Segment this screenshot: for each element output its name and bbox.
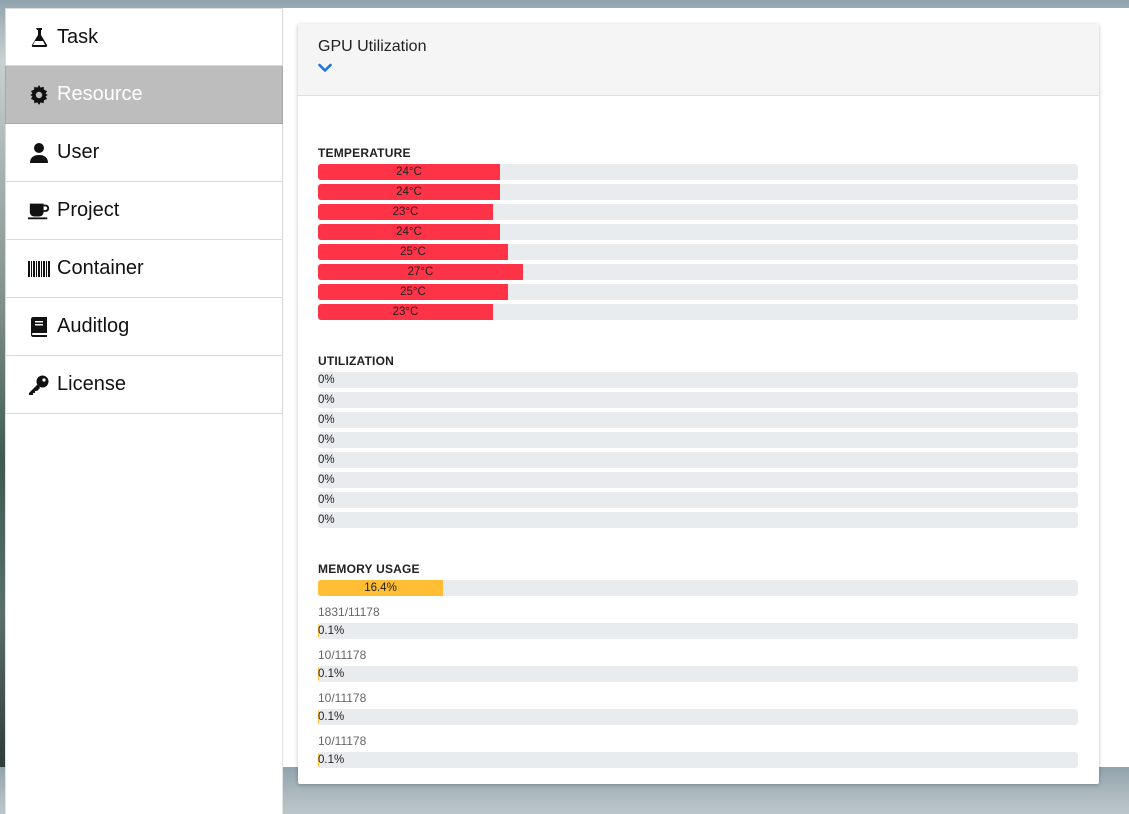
sidebar-item-label: User xyxy=(57,141,100,163)
progress-bar: 23°C xyxy=(318,204,1078,220)
sidebar-item-label: Project xyxy=(57,199,120,221)
sidebar-item-label: Container xyxy=(57,257,144,279)
barcode-icon xyxy=(28,258,50,280)
progress-bar: 0% xyxy=(318,512,1078,528)
progress-bar: 0% xyxy=(318,432,1078,448)
progress-label: 25°C xyxy=(400,286,426,298)
coffee-cup-icon xyxy=(28,200,50,222)
progress-bar: 0.1% xyxy=(318,709,1078,725)
progress-bar: 0.1% xyxy=(318,752,1078,768)
temperature-section: TEMPERATURE 24°C 24°C 23°C 24°C 25°C 27°C 25°C… xyxy=(318,146,1078,320)
progress-bar: 24°C xyxy=(318,164,1078,180)
progress-bar: 25°C xyxy=(318,244,1078,260)
progress-label: 0% xyxy=(318,434,335,446)
progress-label: 25°C xyxy=(400,246,426,258)
progress-label: 0% xyxy=(318,454,335,466)
progress-bar: 0% xyxy=(318,372,1078,388)
memory-usage-text: 1831/11178 xyxy=(318,605,380,619)
book-icon xyxy=(28,316,50,338)
main-content: GPU Utilization TEMPERATURE 24°C 24°C 23°C… xyxy=(283,8,1129,784)
progress-bar: 27°C xyxy=(318,264,1078,280)
utilization-section: UTILIZATION 0% 0% 0% 0% 0% 0% 0% 0% xyxy=(318,354,1078,528)
sidebar-item-license[interactable]: License xyxy=(5,356,283,414)
gpu-utilization-panel: GPU Utilization TEMPERATURE 24°C 24°C 23°C… xyxy=(298,24,1099,784)
key-icon xyxy=(28,374,50,396)
memory-section: MEMORY USAGE 16.4% 1831/11178 0.1% 10/11178… xyxy=(318,562,1078,768)
progress-label: 16.4% xyxy=(364,582,397,594)
memory-usage-text: 10/11178 xyxy=(318,691,367,705)
progress-bar: 0% xyxy=(318,492,1078,508)
progress-bar: 0% xyxy=(318,412,1078,428)
panel-header[interactable]: GPU Utilization xyxy=(298,24,1099,96)
sidebar-item-auditlog[interactable]: Auditlog xyxy=(5,298,283,356)
progress-bar: 23°C xyxy=(318,304,1078,320)
progress-label: 24°C xyxy=(396,166,422,178)
sidebar-item-label: License xyxy=(57,373,126,395)
progress-label: 0.1% xyxy=(318,711,345,723)
progress-bar: 24°C xyxy=(318,184,1078,200)
progress-label: 0.1% xyxy=(318,625,345,637)
progress-label: 0.1% xyxy=(318,668,345,680)
sidebar-item-task[interactable]: Task xyxy=(5,8,283,66)
memory-usage-text: 10/11178 xyxy=(318,648,367,662)
sidebar-item-project[interactable]: Project xyxy=(5,182,283,240)
progress-bar: 0% xyxy=(318,472,1078,488)
sidebar-item-label: Resource xyxy=(57,83,143,105)
progress-label: 0% xyxy=(318,474,335,486)
progress-bar: 0% xyxy=(318,392,1078,408)
section-title: MEMORY USAGE xyxy=(318,562,420,576)
section-title: TEMPERATURE xyxy=(318,146,411,160)
panel-title: GPU Utilization xyxy=(318,38,427,55)
sidebar-item-container[interactable]: Container xyxy=(5,240,283,298)
flask-icon xyxy=(28,26,50,48)
progress-label: 23°C xyxy=(392,306,419,318)
progress-label: 27°C xyxy=(407,266,434,278)
progress-bar: 0.1% xyxy=(318,623,1078,639)
progress-label: 0% xyxy=(318,494,335,506)
progress-label: 0% xyxy=(318,374,335,386)
progress-bar: 16.4% xyxy=(318,580,1078,596)
sidebar-item-user[interactable]: User xyxy=(5,124,283,182)
gear-icon xyxy=(28,84,50,106)
progress-label: 24°C xyxy=(396,226,422,238)
progress-label: 0.1% xyxy=(318,754,345,766)
sidebar: Task Resource User Project Container Aud… xyxy=(5,8,283,814)
progress-label: 0% xyxy=(318,414,335,426)
sidebar-item-label: Task xyxy=(57,25,99,48)
progress-bar: 0.1% xyxy=(318,666,1078,682)
sidebar-empty-area xyxy=(5,414,283,814)
sidebar-item-resource[interactable]: Resource xyxy=(5,66,283,124)
sidebar-item-label: Auditlog xyxy=(57,315,130,337)
progress-label: 24°C xyxy=(396,186,422,198)
section-title: UTILIZATION xyxy=(318,354,394,368)
progress-label: 0% xyxy=(318,514,335,526)
progress-label: 0% xyxy=(318,394,335,406)
chevron-down-icon[interactable] xyxy=(318,60,334,78)
user-icon xyxy=(28,142,50,164)
progress-bar: 0% xyxy=(318,452,1078,468)
memory-usage-text: 10/11178 xyxy=(318,734,367,748)
progress-label: 23°C xyxy=(392,206,419,218)
progress-bar: 24°C xyxy=(318,224,1078,240)
progress-bar: 25°C xyxy=(318,284,1078,300)
